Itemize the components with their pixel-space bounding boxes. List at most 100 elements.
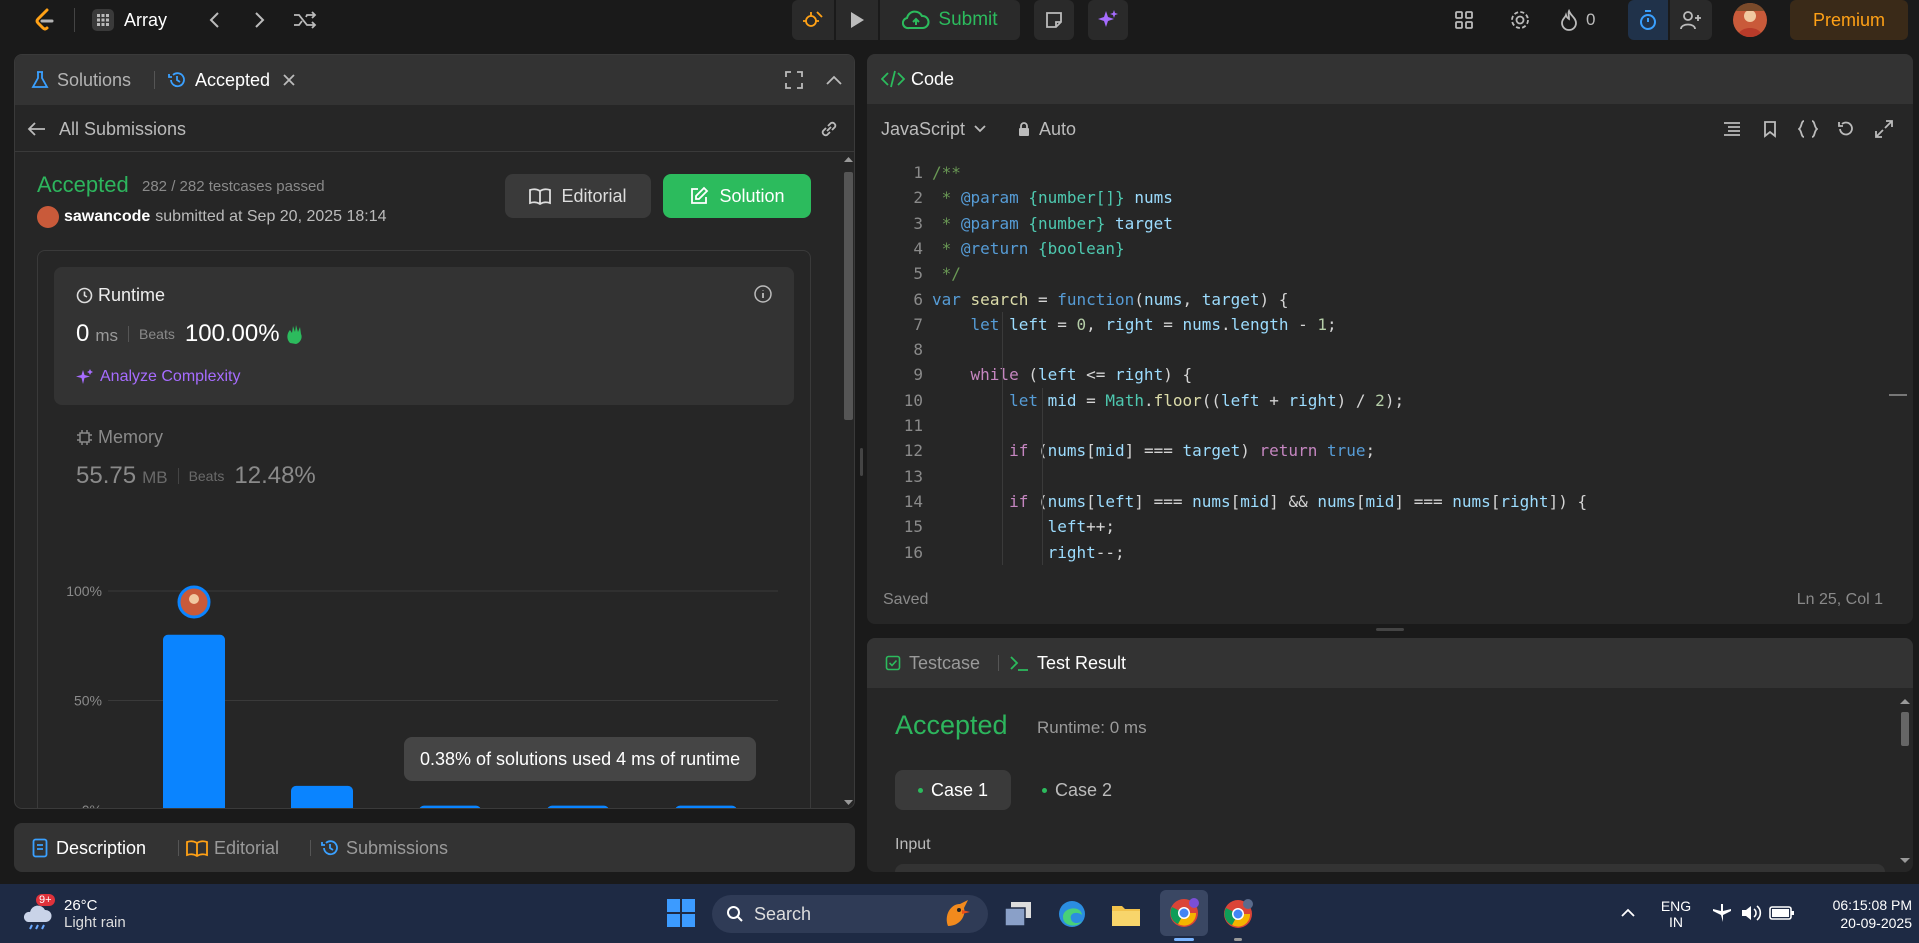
taskbar-search[interactable]: Search: [712, 895, 988, 933]
debug-button[interactable]: [792, 0, 834, 40]
analyze-complexity-link[interactable]: Analyze Complexity: [76, 365, 241, 389]
code-line[interactable]: 4 * @return {boolean}: [867, 236, 1867, 261]
chrome-active-icon[interactable]: [1160, 890, 1208, 936]
line-number: 4: [913, 238, 923, 258]
close-icon[interactable]: [282, 73, 296, 87]
input-label: Input: [895, 836, 931, 853]
code-line[interactable]: 11: [867, 413, 1867, 438]
vertical-resize-handle[interactable]: [860, 448, 863, 476]
test-panel-header: Testcase Test Result: [867, 638, 1913, 688]
fullscreen-icon[interactable]: [1871, 116, 1897, 142]
chart-bar[interactable]: [163, 634, 225, 809]
maximize-icon[interactable]: [781, 67, 807, 93]
code-line[interactable]: 13: [867, 464, 1867, 489]
test-runtime: Runtime: 0 ms: [1037, 718, 1147, 737]
code-line[interactable]: 14 if (nums[left] === nums[mid] && nums[…: [867, 489, 1867, 514]
code-line[interactable]: 7 let left = 0, right = nums.length - 1;: [867, 312, 1867, 337]
task-view-icon[interactable]: [1000, 896, 1036, 932]
save-status: Saved: [883, 591, 929, 608]
tab-description[interactable]: Description: [32, 833, 146, 863]
edge-browser-icon[interactable]: [1054, 896, 1090, 932]
format-icon[interactable]: [1719, 116, 1745, 142]
case-tab-1[interactable]: Case 1: [895, 770, 1011, 810]
weather-widget[interactable]: 9+ 26°C Light rain: [20, 892, 126, 936]
timer-button[interactable]: [1628, 0, 1668, 40]
editorial-button[interactable]: Editorial: [505, 174, 651, 218]
chart-bar[interactable]: [547, 805, 609, 809]
chevron-up-icon[interactable]: [1616, 900, 1640, 926]
code-line[interactable]: 9 while (left <= right) {: [867, 362, 1867, 387]
language-line2: IN: [1669, 914, 1683, 930]
run-button[interactable]: [836, 0, 878, 40]
submitter-username[interactable]: sawancode: [64, 208, 150, 226]
battery-icon[interactable]: [1768, 900, 1796, 926]
streak-counter[interactable]: 0: [1560, 6, 1595, 34]
tab-submissions-label: Submissions: [346, 837, 449, 858]
chrome-profile-icon[interactable]: [1218, 894, 1258, 934]
reset-icon[interactable]: [1833, 116, 1859, 142]
language-indicator[interactable]: ENG IN: [1656, 894, 1696, 934]
divider: [310, 840, 311, 856]
user-avatar[interactable]: [1733, 3, 1767, 37]
auto-mode[interactable]: Auto: [1017, 114, 1076, 144]
settings-gear-icon[interactable]: [1506, 6, 1534, 34]
code-editor[interactable]: 1/** 2 * @param {number[]} nums 3 * @param…: [867, 158, 1913, 566]
code-line[interactable]: 6 var search = function(nums, target) {: [867, 287, 1867, 312]
test-result-content: Accepted Runtime: 0 ms Case 1 Case 2 Inp…: [867, 688, 1897, 872]
tab-submissions[interactable]: Submissions: [320, 833, 448, 863]
prev-problem-icon[interactable]: [200, 6, 228, 34]
premium-button[interactable]: Premium: [1790, 0, 1908, 40]
code-line[interactable]: 15 left++;: [867, 514, 1867, 539]
airplane-mode-icon[interactable]: [1710, 900, 1734, 926]
bookmark-icon[interactable]: [1757, 116, 1783, 142]
horizontal-resize-handle[interactable]: [1376, 628, 1404, 631]
solution-label: Solution: [719, 185, 785, 206]
language-select[interactable]: JavaScript: [881, 114, 987, 144]
braces-icon[interactable]: [1795, 116, 1821, 142]
code-line[interactable]: 2 * @param {number[]} nums: [867, 185, 1867, 210]
problem-list-button[interactable]: Array: [92, 4, 167, 36]
runtime-card[interactable]: Runtime 0 ms Beats 100.00% Analyze Compl…: [54, 267, 794, 405]
code-line[interactable]: 8: [867, 337, 1867, 362]
tab-accepted[interactable]: Accepted: [167, 65, 296, 95]
all-submissions-link[interactable]: All Submissions: [27, 115, 186, 143]
code-line[interactable]: 5 */: [867, 261, 1867, 286]
shuffle-icon[interactable]: [290, 6, 320, 34]
solution-button[interactable]: Solution: [663, 174, 811, 218]
edit-icon: [691, 186, 709, 204]
start-windows-icon[interactable]: [664, 896, 698, 930]
add-friend-button[interactable]: [1670, 0, 1712, 40]
scrollbar[interactable]: [841, 152, 854, 808]
volume-icon[interactable]: [1738, 900, 1764, 926]
chart-y-tick-label: 50%: [74, 693, 102, 709]
file-explorer-icon[interactable]: [1108, 896, 1144, 932]
collapse-icon[interactable]: [821, 67, 847, 93]
submitter-avatar[interactable]: [37, 206, 59, 228]
leetcode-logo-icon[interactable]: [28, 4, 60, 36]
chart-bar[interactable]: [419, 805, 481, 809]
case-tab-2[interactable]: Case 2: [1019, 770, 1135, 810]
problem-list-label: Array: [124, 9, 168, 30]
chart-bar[interactable]: [675, 805, 737, 809]
next-problem-icon[interactable]: [246, 6, 274, 34]
cloud-upload-icon: [902, 10, 930, 30]
code-line[interactable]: 10 let mid = Math.floor((left + right) /…: [867, 388, 1867, 413]
code-line[interactable]: 12 if (nums[mid] === target) return true…: [867, 438, 1867, 463]
scrollbar[interactable]: [1897, 688, 1913, 872]
chart-bar[interactable]: [291, 785, 353, 809]
info-icon[interactable]: [752, 283, 774, 305]
code-line[interactable]: 16 right--;: [867, 540, 1867, 565]
tab-editorial[interactable]: Editorial: [186, 833, 279, 863]
memory-card[interactable]: Memory 55.75 MB Beats 12.48%: [54, 419, 794, 519]
tab-solutions[interactable]: Solutions: [31, 65, 131, 95]
code-line[interactable]: 1 /**: [867, 160, 1867, 185]
tab-test-result[interactable]: Test Result: [1009, 648, 1126, 678]
tab-testcase[interactable]: Testcase: [885, 648, 980, 678]
submit-button[interactable]: Submit: [880, 0, 1020, 40]
code-line[interactable]: 3 * @param {number} target: [867, 211, 1867, 236]
ai-button[interactable]: [1088, 0, 1128, 40]
layout-icon[interactable]: [1450, 6, 1478, 34]
link-icon[interactable]: [815, 115, 843, 143]
notes-button[interactable]: [1034, 0, 1074, 40]
clock[interactable]: 06:15:08 PM 20-09-2025: [1808, 892, 1912, 936]
